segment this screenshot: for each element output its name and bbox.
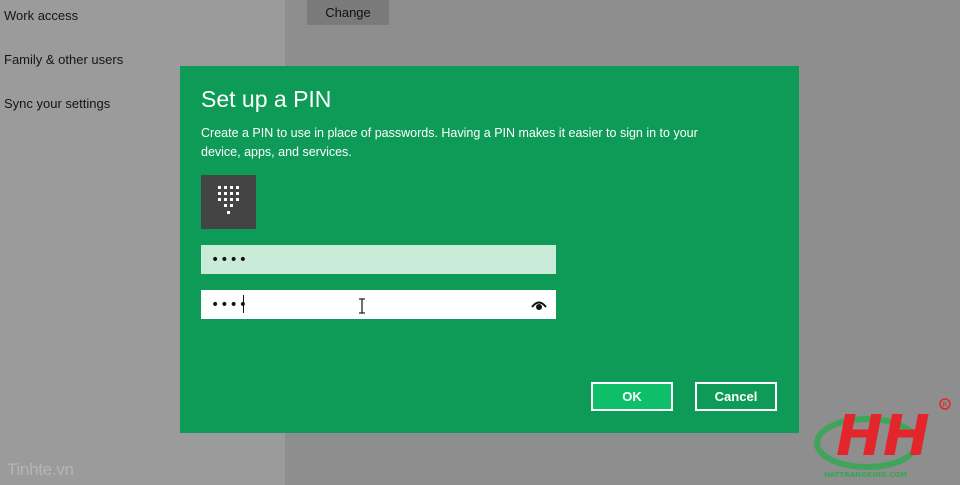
logo-subtext: HATTRANGKING.COM <box>824 471 907 479</box>
cancel-button[interactable]: Cancel <box>695 382 777 411</box>
ok-button[interactable]: OK <box>591 382 673 411</box>
confirm-pin-field[interactable] <box>201 290 556 319</box>
change-button[interactable]: Change <box>307 0 389 25</box>
dialog-description: Create a PIN to use in place of password… <box>201 126 698 159</box>
logo-letters: HH <box>836 404 930 469</box>
setup-pin-dialog: Set up a PIN Create a PIN to use in plac… <box>180 66 799 433</box>
new-pin-field[interactable] <box>201 245 556 274</box>
sidebar-item-sync-settings[interactable]: Sync your settings <box>4 96 110 111</box>
watermark-text: Tinhte.vn <box>7 460 74 479</box>
dialog-title: Set up a PIN <box>201 86 332 112</box>
svg-text:R: R <box>943 401 948 409</box>
sidebar-item-family-other-users[interactable]: Family & other users <box>4 52 123 67</box>
text-cursor-icon <box>359 298 365 314</box>
screen: Work access Family & other users Sync yo… <box>0 0 960 485</box>
text-caret <box>243 295 244 313</box>
keypad-icon <box>201 175 256 229</box>
eye-icon[interactable] <box>531 297 547 313</box>
sidebar-item-work-access[interactable]: Work access <box>4 8 78 23</box>
brand-logo: HH R HATTRANGKING.COM <box>814 398 951 479</box>
